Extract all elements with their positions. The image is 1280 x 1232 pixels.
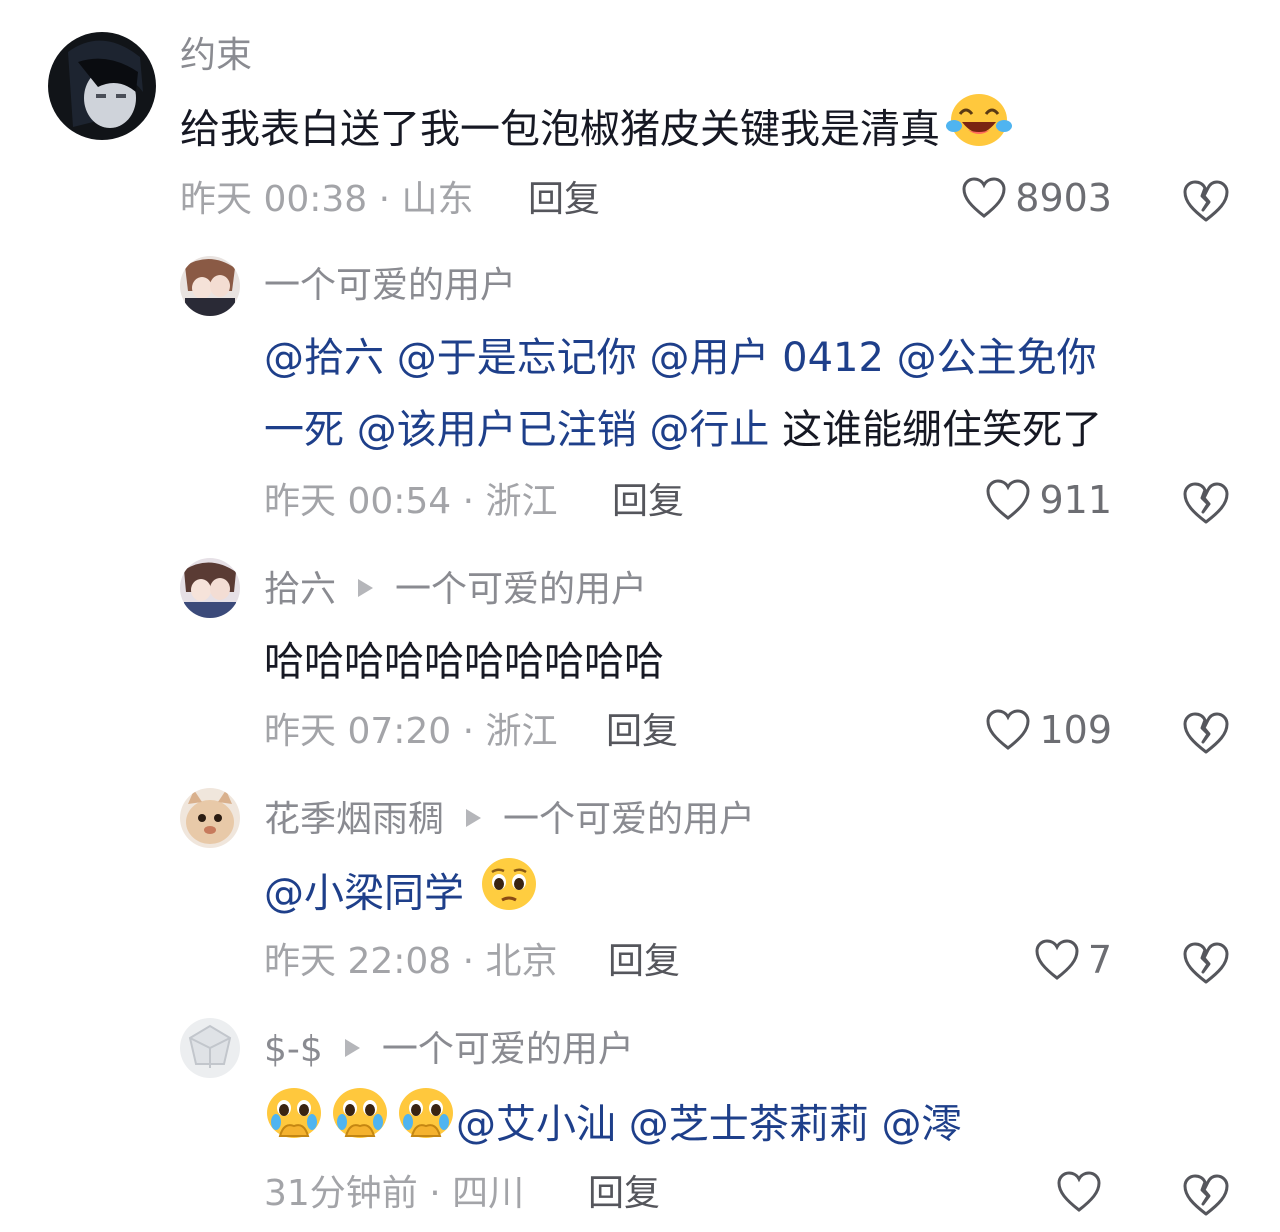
time-location: 昨天 07:20 · 浙江 <box>264 711 558 752</box>
reply-to-username[interactable]: 一个可爱的用户 <box>395 569 647 610</box>
reply-item: 花季烟雨稠 一个可爱的用户 @小梁同学 昨天 22:08 · 北京 回复 7 <box>0 770 1280 1000</box>
comment-text-line: 一死 @该用户已注销 @行止 这谁能绷住笑死了 <box>264 394 1102 466</box>
reply-button[interactable]: 回复 <box>606 710 678 754</box>
like-button[interactable]: 911 <box>985 478 1112 522</box>
reply-button[interactable]: 回复 <box>608 940 680 984</box>
heart-icon[interactable] <box>985 708 1031 752</box>
username-text[interactable]: 拾六 <box>264 569 336 610</box>
username-text[interactable]: 约束 <box>180 35 252 76</box>
broken-heart-icon[interactable] <box>1181 710 1231 756</box>
reply-label[interactable]: 回复 <box>528 179 600 220</box>
mention-link[interactable]: @小梁同学 <box>264 871 464 917</box>
reply-item: 一个可爱的用户 @拾六 @于是忘记你 @用户 0412 @公主免你 一死 @该用… <box>0 240 1280 540</box>
mention-link[interactable]: 一死 <box>264 407 357 453</box>
comment-text: @艾小汕 @芝士茶莉莉 @澪 <box>264 1086 961 1167</box>
reply-item: $-$ 一个可爱的用户 @艾小汕 @芝士茶莉莉 @澪 31分钟前 · 四川 回复 <box>0 1000 1280 1232</box>
comment-text: 哈哈哈哈哈哈哈哈哈哈 <box>264 626 664 698</box>
heart-icon[interactable] <box>1056 1170 1102 1214</box>
broken-heart-icon[interactable] <box>1181 940 1231 986</box>
pleading-face-emoji <box>480 856 538 935</box>
reply-arrow-icon <box>344 1039 360 1057</box>
reply-arrow-icon <box>358 579 374 597</box>
reply-button[interactable]: 回复 <box>528 178 600 222</box>
avatar[interactable] <box>180 788 240 848</box>
like-count: 7 <box>1087 938 1112 982</box>
time-location: 昨天 22:08 · 北京 <box>264 941 558 982</box>
heart-icon[interactable] <box>985 478 1031 522</box>
comment-meta: 昨天 00:54 · 浙江 <box>264 480 558 524</box>
reply-to-username[interactable]: 一个可爱的用户 <box>503 799 755 840</box>
username[interactable]: $-$ 一个可爱的用户 <box>264 1028 634 1072</box>
comment-text: 给我表白送了我一包泡椒猪皮关键我是清真 <box>180 92 1012 171</box>
heart-icon[interactable] <box>961 176 1007 220</box>
mention-link[interactable]: @行止 <box>649 407 769 453</box>
mention-link[interactable]: @该用户已注销 <box>357 407 650 453</box>
mention-link[interactable]: @芝士茶莉莉 <box>629 1102 882 1148</box>
avatar[interactable] <box>180 256 240 316</box>
time-location: 昨天 00:54 · 浙江 <box>264 481 558 522</box>
avatar[interactable] <box>180 558 240 618</box>
username-text[interactable]: $-$ <box>264 1029 323 1070</box>
reply-label[interactable]: 回复 <box>608 941 680 982</box>
username[interactable]: 花季烟雨稠 一个可爱的用户 <box>264 798 755 842</box>
time-location: 昨天 00:38 · 山东 <box>180 179 474 220</box>
avatar[interactable] <box>180 1018 240 1078</box>
like-button[interactable]: 109 <box>985 708 1112 752</box>
username[interactable]: 一个可爱的用户 <box>264 264 516 308</box>
reply-label[interactable]: 回复 <box>588 1173 660 1214</box>
like-button[interactable] <box>1056 1170 1110 1214</box>
reply-button[interactable]: 回复 <box>612 480 684 524</box>
laugh-cry-emoji <box>946 92 1012 171</box>
broken-heart-icon[interactable] <box>1181 1172 1231 1218</box>
reply-label[interactable]: 回复 <box>606 711 678 752</box>
heart-icon[interactable] <box>1034 938 1080 982</box>
like-button[interactable]: 7 <box>1034 938 1112 982</box>
crying-hands-emoji <box>330 1086 390 1167</box>
comment-meta: 昨天 22:08 · 北京 <box>264 940 558 984</box>
mention-link[interactable]: @于是忘记你 <box>397 335 650 381</box>
username-text[interactable]: 花季烟雨稠 <box>264 799 444 840</box>
like-button[interactable]: 8903 <box>961 176 1112 220</box>
mention-link[interactable]: @艾小汕 <box>456 1102 629 1148</box>
reply-item: 拾六 一个可爱的用户 哈哈哈哈哈哈哈哈哈哈 昨天 07:20 · 浙江 回复 10… <box>0 540 1280 770</box>
comment-text-part: 这谁能绷住笑死了 <box>769 407 1103 453</box>
mention-link[interactable]: @拾六 <box>264 335 397 381</box>
comment-text: @小梁同学 <box>264 856 538 935</box>
mention-link[interactable]: @公主免你 <box>897 335 1097 381</box>
comment-item: 约束 给我表白送了我一包泡椒猪皮关键我是清真 昨天 00:38 · 山东 回复 … <box>0 0 1280 240</box>
time-location: 31分钟前 · 四川 <box>264 1173 525 1214</box>
comment-meta: 昨天 00:38 · 山东 <box>180 178 474 222</box>
comment-meta: 昨天 07:20 · 浙江 <box>264 710 558 754</box>
reply-arrow-icon <box>466 809 482 827</box>
broken-heart-icon[interactable] <box>1181 178 1231 224</box>
comment-text-part: 给我表白送了我一包泡椒猪皮关键我是清真 <box>180 106 940 153</box>
like-count: 8903 <box>1015 176 1112 220</box>
username[interactable]: 约束 <box>180 34 252 78</box>
comment-meta: 31分钟前 · 四川 <box>264 1172 524 1216</box>
crying-hands-emoji <box>396 1086 456 1167</box>
broken-heart-icon[interactable] <box>1181 480 1231 526</box>
mention-link[interactable]: @澪 <box>881 1102 961 1148</box>
avatar[interactable] <box>48 32 156 140</box>
reply-to-username[interactable]: 一个可爱的用户 <box>382 1029 634 1070</box>
username-text[interactable]: 一个可爱的用户 <box>264 265 516 306</box>
mention-link[interactable]: @用户 0412 <box>649 335 896 381</box>
username[interactable]: 拾六 一个可爱的用户 <box>264 568 647 612</box>
reply-label[interactable]: 回复 <box>612 481 684 522</box>
comment-text-line: @拾六 @于是忘记你 @用户 0412 @公主免你 <box>264 322 1097 394</box>
like-count: 911 <box>1039 478 1112 522</box>
crying-hands-emoji <box>264 1086 324 1167</box>
comment-text-part: 哈哈哈哈哈哈哈哈哈哈 <box>264 639 664 685</box>
reply-button[interactable]: 回复 <box>588 1172 660 1216</box>
like-count: 109 <box>1039 708 1112 752</box>
